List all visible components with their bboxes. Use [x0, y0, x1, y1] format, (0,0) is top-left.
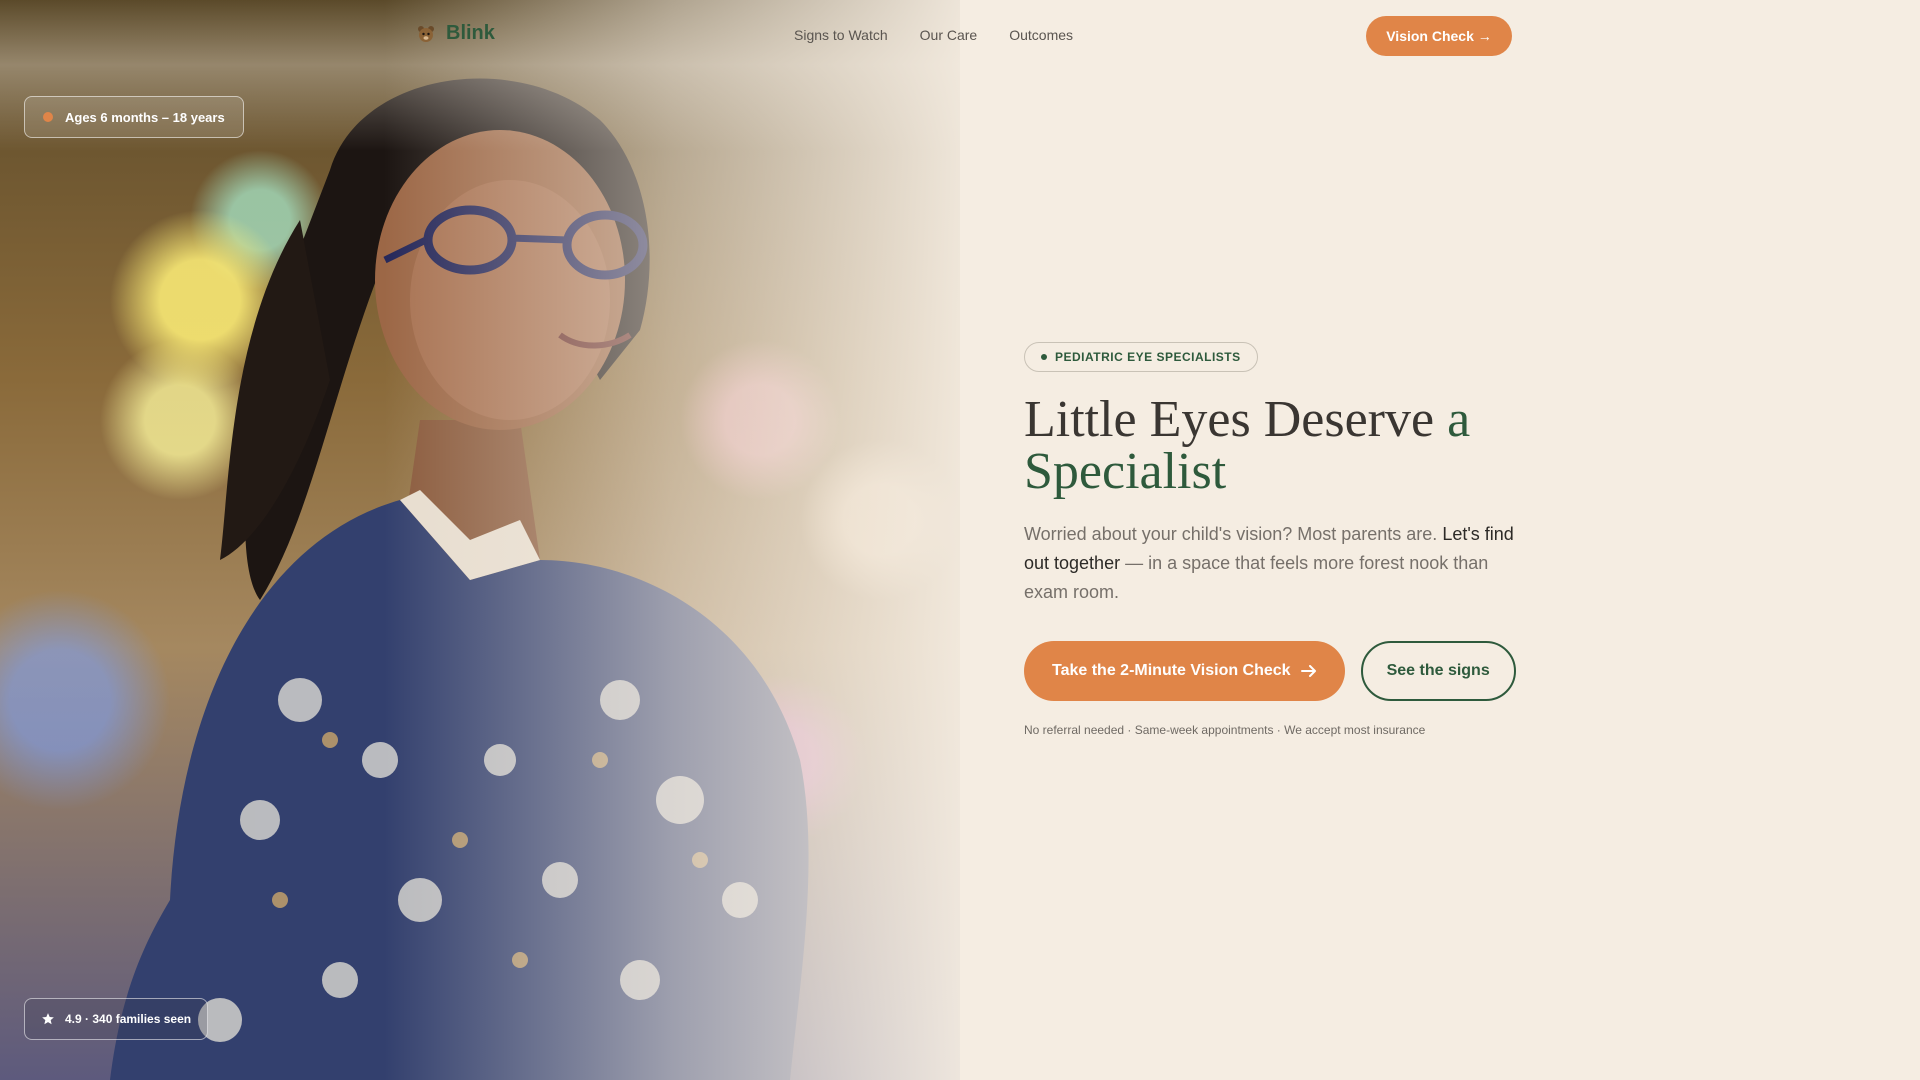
eyebrow-label: PEDIATRIC EYE SPECIALISTS — [1055, 350, 1241, 364]
rating-badge: 4.9 · 340 families seen — [24, 998, 209, 1040]
lede-start: Worried about your child's vision? Most … — [1024, 524, 1443, 544]
rating-badge-label: 4.9 · 340 families seen — [65, 1012, 192, 1026]
brand-name: Blink — [446, 22, 495, 44]
arrow-right-icon — [1300, 665, 1316, 677]
child-portrait-image — [110, 78, 809, 1080]
hero-actions: Take the 2-Minute Vision Check See the s… — [1024, 641, 1524, 701]
hero-lede: Worried about your child's vision? Most … — [1024, 520, 1524, 607]
hero-photo — [0, 0, 960, 1080]
main-nav: Signs to Watch Our Care Outcomes — [794, 27, 1073, 43]
site-header: Blink Signs to Watch Our Care Outcomes V… — [0, 0, 1920, 72]
take-vision-check-label: Take the 2-Minute Vision Check — [1052, 662, 1291, 679]
hero-content: PEDIATRIC EYE SPECIALISTS Little Eyes De… — [1024, 342, 1524, 737]
brand-logo[interactable]: Blink — [416, 22, 495, 45]
fineprint: No referral needed · Same-week appointme… — [1024, 723, 1426, 737]
nav-item-our-care[interactable]: Our Care — [920, 27, 978, 43]
status-dot-icon — [43, 112, 53, 122]
bullet-dot-icon — [1041, 354, 1047, 360]
nav-item-signs-to-watch[interactable]: Signs to Watch — [794, 27, 888, 43]
nav-item-outcomes[interactable]: Outcomes — [1009, 27, 1073, 43]
bear-cub-icon — [418, 25, 434, 42]
eyebrow-badge: PEDIATRIC EYE SPECIALISTS — [1024, 342, 1258, 372]
vision-check-button[interactable]: Vision Check → — [1366, 16, 1512, 56]
hero-title-main: Little Eyes Deserve — [1024, 391, 1448, 448]
ages-badge: Ages 6 months – 18 years — [24, 96, 244, 138]
ages-badge-label: Ages 6 months – 18 years — [65, 109, 225, 125]
take-vision-check-button[interactable]: Take the 2-Minute Vision Check — [1024, 641, 1345, 701]
see-the-signs-button[interactable]: See the signs — [1360, 641, 1516, 701]
hero-title: Little Eyes Deserve a Specialist — [1024, 394, 1524, 498]
star-icon — [42, 1013, 54, 1025]
